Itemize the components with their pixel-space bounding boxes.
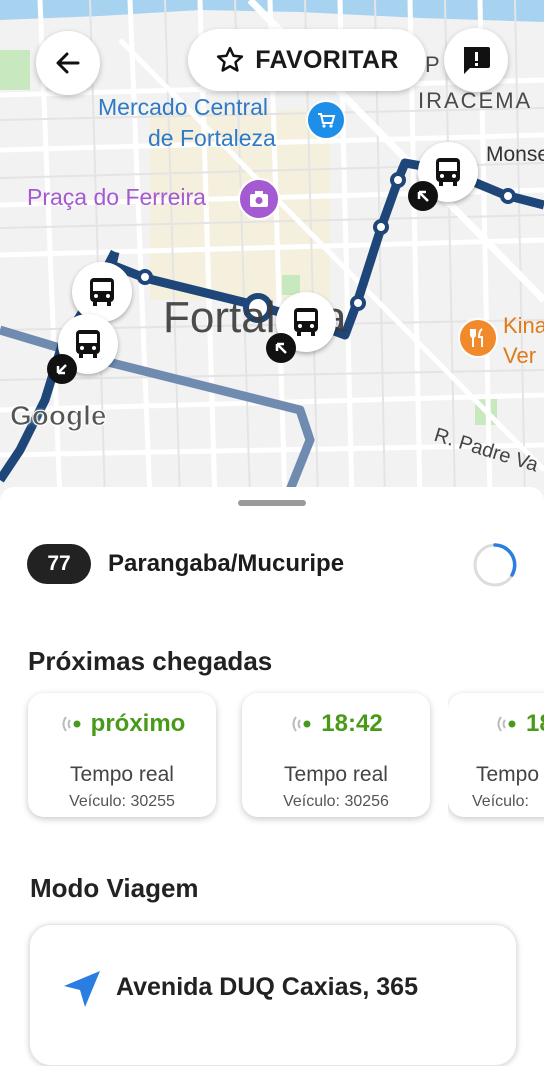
map-label-monse: Monse [486, 143, 544, 166]
arrival-vehicle: Veículo: 30256 [283, 793, 389, 810]
arrival-card[interactable]: próximo Tempo real Veículo: 30255 [28, 693, 216, 817]
route-number-badge: 77 [27, 544, 91, 584]
sheet-drag-handle[interactable] [238, 500, 306, 506]
direction-arrow-icon [408, 181, 438, 211]
arrival-kind: Tempo real [284, 763, 388, 786]
google-logo: Google [9, 400, 107, 432]
map-label-ver: Ver [503, 343, 537, 368]
bus-icon [90, 278, 114, 306]
direction-arrow-icon [266, 333, 296, 363]
arrow-left-icon [56, 52, 80, 74]
food-pin-icon [458, 318, 498, 358]
star-outline-icon [217, 46, 244, 72]
bus-icon [76, 330, 100, 358]
bus-icon [436, 158, 460, 186]
arrival-time: 18:42 [321, 710, 383, 737]
arrival-card-clip: 18 Tempo Veículo: [448, 680, 544, 830]
loading-spinner-icon [472, 542, 518, 588]
arrivals-title: Próximas chegadas [28, 646, 273, 676]
map-label-praca: Praça do Ferreira [27, 184, 206, 210]
favorite-label: FAVORITAR [255, 45, 399, 74]
report-button[interactable] [444, 28, 508, 92]
camera-pin-icon [238, 178, 280, 220]
navigation-arrow-icon [64, 971, 100, 1007]
direction-arrow-icon [47, 354, 77, 384]
live-signal-icon [62, 716, 81, 732]
arrival-vehicle: Veículo: 30255 [69, 793, 175, 810]
arrival-kind: Tempo [476, 763, 540, 786]
favorite-button[interactable]: FAVORITAR [188, 29, 426, 91]
arrival-time: 18 [526, 710, 544, 737]
trip-address: Avenida DUQ Caxias, 365 [116, 973, 418, 1001]
live-signal-icon [497, 716, 516, 732]
route-name: Parangaba/Mucuripe [108, 550, 345, 577]
bus-icon [294, 308, 318, 336]
arrival-vehicle: Veículo: [472, 793, 529, 810]
trip-mode-card[interactable]: Avenida DUQ Caxias, 365 [29, 924, 517, 1066]
arrival-time: próximo [90, 710, 186, 737]
arrival-card[interactable]: 18:42 Tempo real Veículo: 30256 [242, 693, 430, 817]
arrival-kind: Tempo real [70, 763, 174, 786]
market-pin-icon [306, 100, 346, 140]
arrival-card[interactable]: 18 Tempo Veículo: [448, 693, 544, 817]
map-label-kina: Kina [503, 313, 544, 338]
trip-mode-title: Modo Viagem [30, 873, 199, 903]
live-signal-icon [292, 716, 311, 732]
back-button[interactable] [36, 31, 100, 95]
bus-marker[interactable] [72, 262, 132, 322]
map-label-market: Mercado Central de Fortaleza [98, 94, 276, 151]
alert-message-icon [464, 47, 490, 74]
